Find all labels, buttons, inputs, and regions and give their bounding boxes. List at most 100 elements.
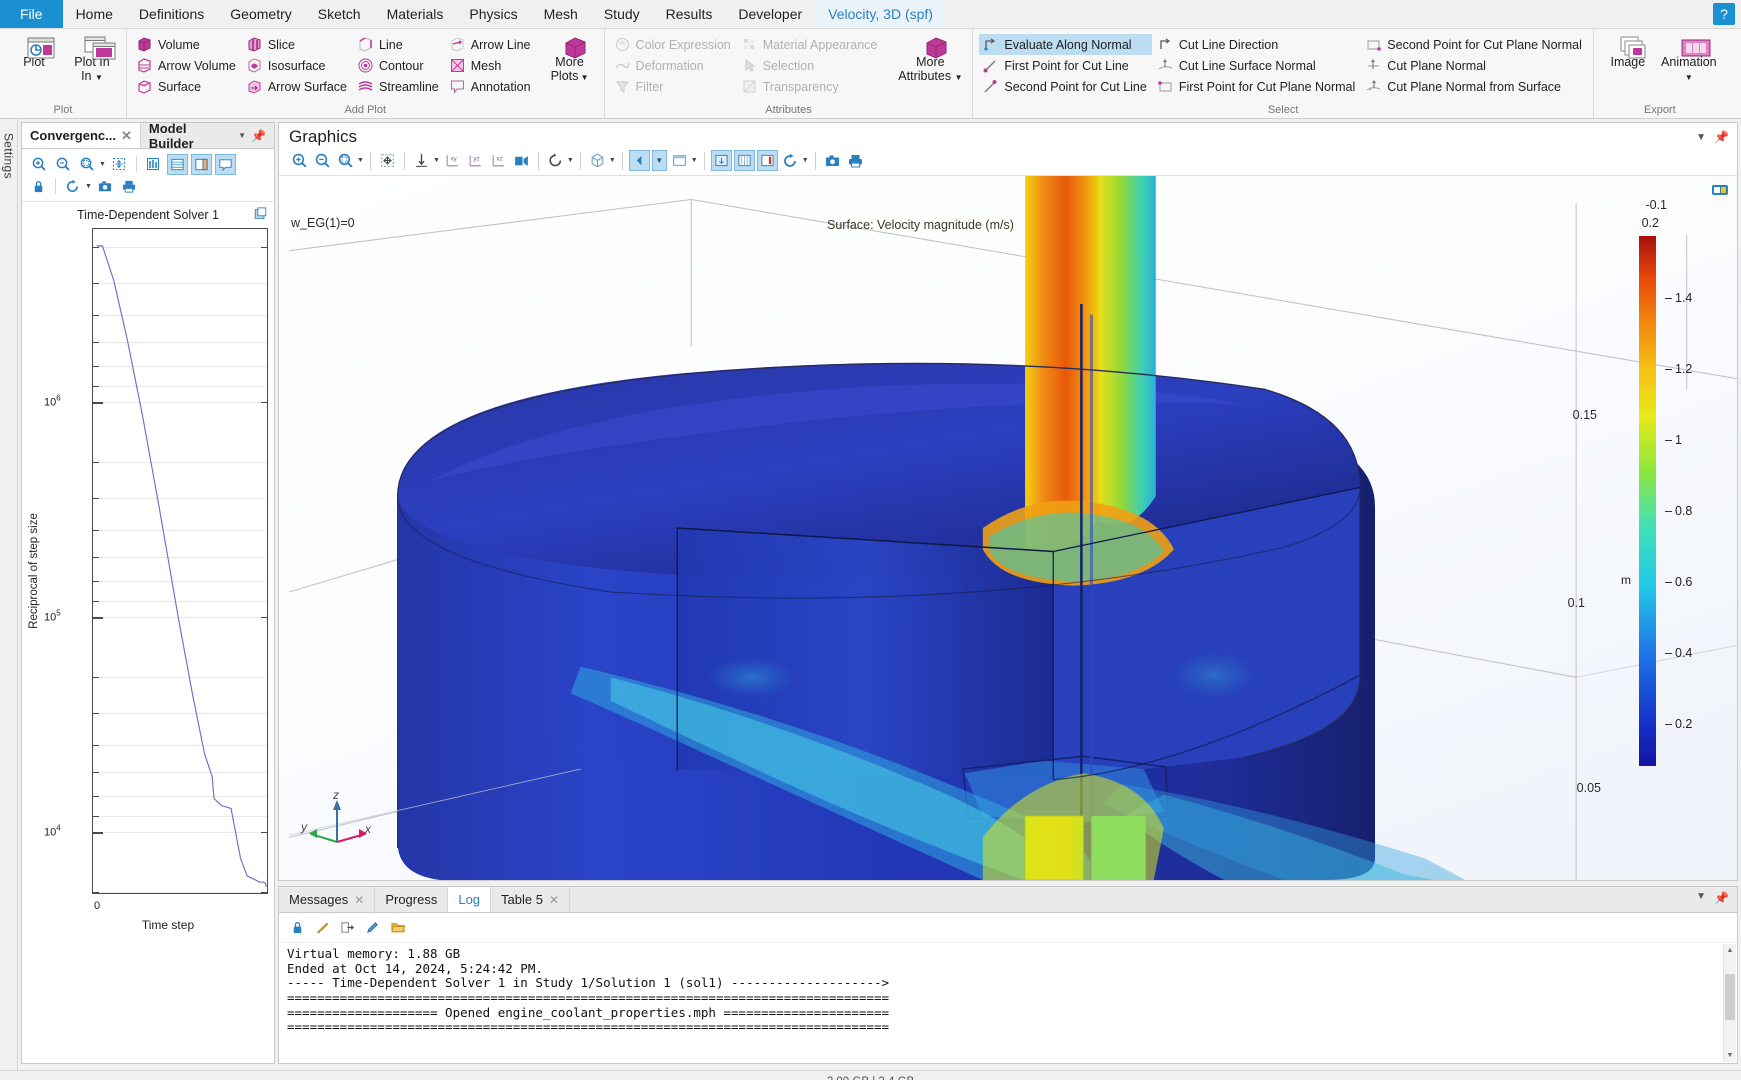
tab-log[interactable]: Log xyxy=(448,887,492,912)
lock-icon[interactable] xyxy=(28,176,49,197)
first-point-cut-line-button[interactable]: First Point for Cut Line xyxy=(979,55,1151,76)
volume-plot-button[interactable]: Volume xyxy=(133,34,241,55)
zoom-to-selection-icon[interactable] xyxy=(76,154,97,175)
menu-item-developer[interactable]: Developer xyxy=(725,0,815,28)
view-xy-icon[interactable]: xy xyxy=(442,150,463,171)
view-yz-icon[interactable]: yz xyxy=(465,150,486,171)
snapshot-icon[interactable] xyxy=(822,150,843,171)
close-icon[interactable]: ✕ xyxy=(354,893,364,907)
close-icon[interactable]: ✕ xyxy=(549,893,559,907)
scrollbar-thumb[interactable] xyxy=(1725,974,1735,1020)
surface-plot-button[interactable]: Surface xyxy=(133,76,241,97)
go-to-default-view-icon[interactable] xyxy=(411,150,432,171)
tab-progress[interactable]: Progress xyxy=(375,887,449,912)
chevron-down-icon[interactable]: ▼ xyxy=(802,157,809,164)
line-plot-button[interactable]: Line xyxy=(354,34,444,55)
zoom-in-icon[interactable] xyxy=(289,150,310,171)
zoom-extents-icon[interactable] xyxy=(109,154,130,175)
more-plots-button[interactable]: More Plots ▼ xyxy=(542,32,598,87)
menu-item-geometry[interactable]: Geometry xyxy=(217,0,304,28)
first-point-cut-plane-normal-button[interactable]: First Point for Cut Plane Normal xyxy=(1154,76,1360,97)
cut-line-direction-button[interactable]: Cut Line Direction xyxy=(1154,34,1360,55)
cut-plane-normal-from-surface-button[interactable]: Cut Plane Normal from Surface xyxy=(1362,76,1587,97)
menu-item-materials[interactable]: Materials xyxy=(374,0,457,28)
pin-icon[interactable]: 📌 xyxy=(1714,891,1729,905)
tab-model-builder[interactable]: Model Builder ▼ 📌 xyxy=(141,121,274,151)
graphics-canvas[interactable]: w_EG(1)=0 Surface: Velocity magnitude (m… xyxy=(279,176,1737,880)
grid-icon[interactable] xyxy=(733,150,755,171)
refresh-icon[interactable] xyxy=(780,150,801,171)
lock-icon[interactable] xyxy=(287,917,308,938)
print-icon[interactable] xyxy=(845,150,866,171)
color-legend-icon[interactable] xyxy=(756,150,778,171)
chevron-down-icon[interactable]: ▼ xyxy=(567,157,574,164)
reset-rotation-icon[interactable] xyxy=(545,150,566,171)
contour-plot-button[interactable]: Contour xyxy=(354,55,444,76)
menu-item-definitions[interactable]: Definitions xyxy=(126,0,217,28)
refresh-icon[interactable] xyxy=(62,176,83,197)
chevron-down-icon[interactable]: ▼ xyxy=(691,157,698,164)
chevron-down-icon[interactable]: ▼ xyxy=(99,161,106,168)
arrow-surface-plot-button[interactable]: Arrow Surface xyxy=(243,76,352,97)
graphics-options-icon[interactable] xyxy=(1711,182,1729,203)
export-animation-button[interactable]: Animation ▼ xyxy=(1658,32,1720,87)
print-icon[interactable] xyxy=(119,176,140,197)
help-button[interactable]: ? xyxy=(1713,3,1735,25)
table-icon[interactable] xyxy=(166,153,188,175)
plot-button[interactable]: Plot xyxy=(6,32,62,72)
annotation-plot-button[interactable]: Annotation xyxy=(446,76,536,97)
settings-rail[interactable]: Settings xyxy=(0,119,18,1070)
export-image-button[interactable]: Image xyxy=(1600,32,1656,72)
slice-plot-button[interactable]: Slice xyxy=(243,34,352,55)
arrow-volume-plot-button[interactable]: Arrow Volume xyxy=(133,55,241,76)
export-log-icon[interactable] xyxy=(337,917,358,938)
more-attributes-button[interactable]: MoreMore AttributesAttributes ▼ xyxy=(894,32,966,87)
arrow-line-plot-button[interactable]: Arrow Line xyxy=(446,34,536,55)
tab-messages[interactable]: Messages ✕ xyxy=(279,887,376,912)
streamline-plot-button[interactable]: Streamline xyxy=(354,76,444,97)
bar-chart-icon[interactable] xyxy=(143,154,164,175)
zoom-in-icon[interactable] xyxy=(28,154,49,175)
tab-table-5[interactable]: Table 5 ✕ xyxy=(491,887,571,912)
scene-light-icon[interactable] xyxy=(587,150,608,171)
menu-item-sketch[interactable]: Sketch xyxy=(305,0,374,28)
chevron-down-icon[interactable]: ▼ xyxy=(357,157,364,164)
camera-view-icon[interactable] xyxy=(511,150,532,171)
menu-item-physics[interactable]: Physics xyxy=(456,0,530,28)
log-output[interactable]: Virtual memory: 1.88 GB Ended at Oct 14,… xyxy=(279,943,1737,1063)
isosurface-plot-button[interactable]: Isosurface xyxy=(243,55,352,76)
zoom-extents-icon[interactable] xyxy=(377,150,398,171)
mesh-plot-button[interactable]: Mesh xyxy=(446,55,536,76)
menu-item-home[interactable]: Home xyxy=(63,0,126,28)
second-point-cut-plane-normal-button[interactable]: Second Point for Cut Plane Normal xyxy=(1362,34,1587,55)
annotation-toggle-icon[interactable] xyxy=(214,153,236,175)
pin-icon[interactable]: 📌 xyxy=(1714,130,1729,144)
cut-line-surface-normal-button[interactable]: Cut Line Surface Normal xyxy=(1154,55,1360,76)
chevron-down-icon[interactable]: ▼ xyxy=(1696,891,1706,905)
snapshot-icon[interactable] xyxy=(95,176,116,197)
second-point-cut-line-button[interactable]: Second Point for Cut Line xyxy=(979,76,1151,97)
close-icon[interactable]: ✕ xyxy=(121,128,132,144)
evaluate-along-normal-button[interactable]: Evaluate Along Normal xyxy=(979,34,1152,55)
chevron-down-icon[interactable]: ▼ xyxy=(238,131,246,140)
copy-plot-icon[interactable] xyxy=(253,207,268,226)
open-folder-icon[interactable] xyxy=(387,917,408,938)
chevron-down-icon[interactable]: ▼ xyxy=(85,183,92,190)
menu-item-results[interactable]: Results xyxy=(653,0,726,28)
chevron-down-icon[interactable]: ▼ xyxy=(609,157,616,164)
zoom-out-icon[interactable] xyxy=(52,154,73,175)
tab-convergence-plot[interactable]: Convergenc... ✕ xyxy=(22,123,141,148)
log-scrollbar[interactable]: ▲ ▼ xyxy=(1723,944,1736,1062)
pin-icon[interactable]: 📌 xyxy=(251,129,266,143)
edit-icon[interactable] xyxy=(362,917,383,938)
scroll-up-icon[interactable]: ▲ xyxy=(1724,944,1736,957)
chevron-down-icon[interactable]: ▼ xyxy=(1696,132,1706,143)
transparency-icon[interactable] xyxy=(669,150,690,171)
cut-plane-normal-button[interactable]: Cut Plane Normal xyxy=(1362,55,1587,76)
view-xz-icon[interactable]: xz xyxy=(488,150,509,171)
chevron-down-icon[interactable]: ▼ xyxy=(433,157,440,164)
scroll-down-icon[interactable]: ▼ xyxy=(1724,1049,1736,1062)
menu-item-context-velocity-3d[interactable]: Velocity, 3D (spf) xyxy=(815,0,946,28)
select-dropdown-caret[interactable]: ▼ xyxy=(651,150,667,171)
menu-item-study[interactable]: Study xyxy=(591,0,653,28)
